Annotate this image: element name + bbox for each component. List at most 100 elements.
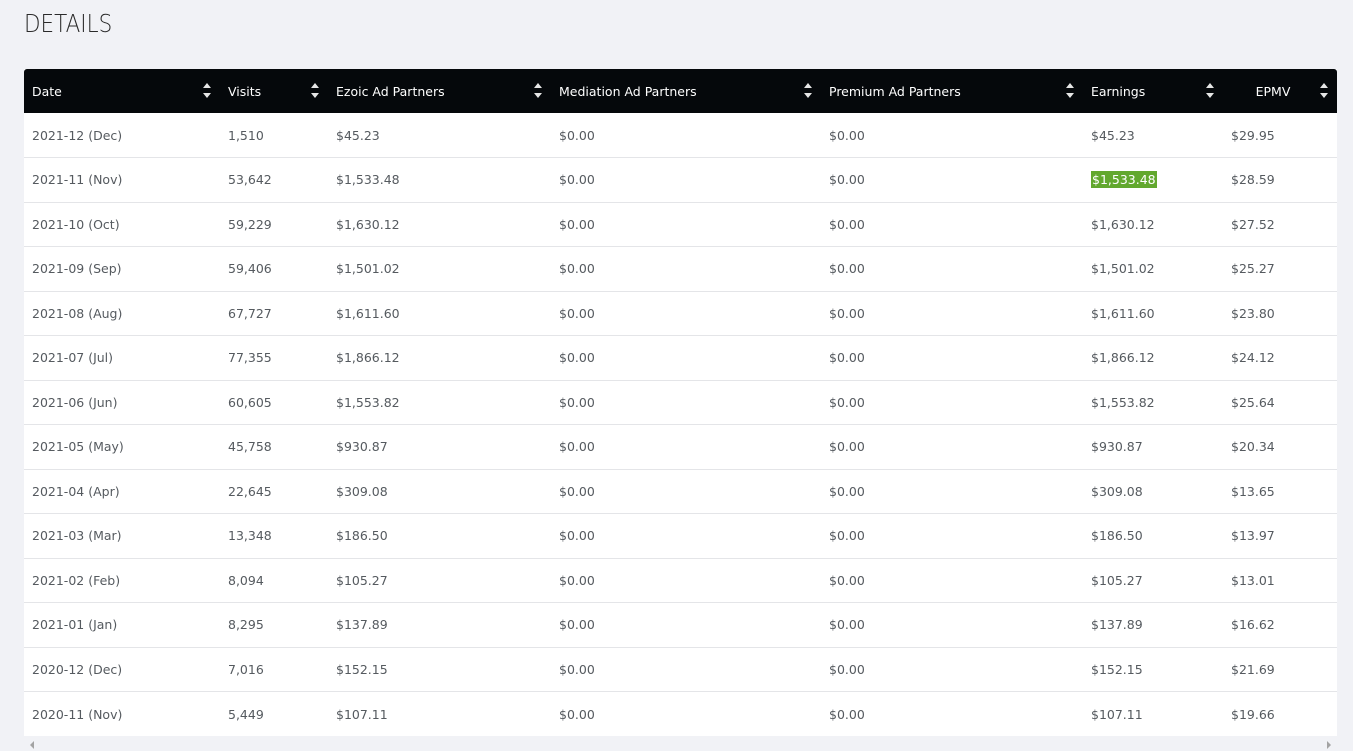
cell-value: $0.00 — [829, 661, 865, 677]
column-header-ezoic[interactable]: Ezoic Ad Partners — [328, 69, 551, 113]
column-header-label: Ezoic Ad Partners — [336, 83, 445, 99]
page-title: DETAILS — [24, 9, 113, 38]
table-header: Date Visits Ezoic Ad Partners Mediation Ad … — [24, 69, 1337, 113]
cell-ezoic: $1,866.12 — [328, 336, 551, 381]
cell-value: $0.00 — [559, 661, 595, 677]
column-header-mediation[interactable]: Mediation Ad Partners — [551, 69, 821, 113]
cell-value: $1,866.12 — [1091, 350, 1155, 366]
cell-value: $1,553.82 — [336, 394, 400, 410]
cell-value: $0.00 — [829, 706, 865, 722]
cell-value: $45.23 — [1091, 127, 1135, 143]
cell-value: 2021-07 (Jul) — [32, 350, 114, 366]
cell-mediation: $0.00 — [551, 647, 821, 692]
column-header-date[interactable]: Date — [24, 69, 220, 113]
cell-ezoic: $1,501.02 — [328, 247, 551, 292]
cell-earnings: $1,533.48 — [1083, 158, 1223, 203]
cell-value: $137.89 — [1091, 617, 1143, 633]
horizontal-scrollbar[interactable] — [24, 737, 1337, 751]
cell-value: $0.00 — [829, 572, 865, 588]
column-header-label: Earnings — [1091, 83, 1146, 99]
cell-earnings: $930.87 — [1083, 425, 1223, 470]
cell-value: $107.11 — [336, 706, 388, 722]
table-row: 2021-10 (Oct) 59,229 $1,630.12 $0.00 $0.00 $1… — [24, 202, 1337, 247]
cell-value: 2021-06 (Jun) — [32, 394, 118, 410]
cell-earnings: $1,630.12 — [1083, 202, 1223, 247]
cell-value: 53,642 — [228, 172, 272, 188]
cell-value: 77,355 — [228, 350, 272, 366]
cell-visits: 13,348 — [220, 514, 328, 559]
cell-value: 59,229 — [228, 216, 272, 232]
sort-icon[interactable] — [203, 81, 212, 101]
cell-value: 2021-08 (Aug) — [32, 305, 123, 321]
highlighted-earnings-value: $1,533.48 — [1091, 171, 1157, 189]
cell-visits: 1,510 — [220, 113, 328, 158]
cell-visits: 77,355 — [220, 336, 328, 381]
cell-epmv: $13.01 — [1223, 558, 1337, 603]
cell-value: $1,630.12 — [1091, 216, 1155, 232]
sort-descending-icon — [534, 93, 542, 98]
sort-icon[interactable] — [534, 81, 543, 101]
cell-epmv: $25.27 — [1223, 247, 1337, 292]
cell-value: $0.00 — [559, 572, 595, 588]
sort-descending-icon — [1066, 93, 1074, 98]
cell-visits: 59,229 — [220, 202, 328, 247]
cell-mediation: $0.00 — [551, 514, 821, 559]
cell-date: 2021-07 (Jul) — [24, 336, 220, 381]
cell-epmv: $20.34 — [1223, 425, 1337, 470]
cell-visits: 45,758 — [220, 425, 328, 470]
cell-value: $25.64 — [1231, 394, 1275, 410]
cell-premium: $0.00 — [821, 692, 1083, 737]
cell-value: $1,611.60 — [336, 305, 400, 321]
table-row: 2021-04 (Apr) 22,645 $309.08 $0.00 $0.00 $309… — [24, 469, 1337, 514]
cell-value: $19.66 — [1231, 706, 1275, 722]
sort-descending-icon — [1206, 93, 1214, 98]
sort-icon[interactable] — [1206, 81, 1215, 101]
cell-earnings: $45.23 — [1083, 113, 1223, 158]
cell-value: 2021-09 (Sep) — [32, 261, 122, 277]
scroll-left-arrow-icon[interactable] — [30, 741, 34, 749]
column-header-label: EPMV — [1255, 83, 1291, 99]
cell-value: $105.27 — [336, 572, 388, 588]
cell-epmv: $13.97 — [1223, 514, 1337, 559]
cell-value: 2021-11 (Nov) — [32, 172, 123, 188]
header-row: Date Visits Ezoic Ad Partners Mediation Ad … — [24, 69, 1337, 113]
cell-earnings: $1,611.60 — [1083, 291, 1223, 336]
cell-earnings: $1,866.12 — [1083, 336, 1223, 381]
cell-value: 2021-02 (Feb) — [32, 572, 121, 588]
cell-date: 2021-12 (Dec) — [24, 113, 220, 158]
cell-value: $309.08 — [1091, 483, 1143, 499]
cell-value: $0.00 — [829, 350, 865, 366]
cell-earnings: $137.89 — [1083, 603, 1223, 648]
cell-value: $0.00 — [559, 305, 595, 321]
scroll-right-arrow-icon[interactable] — [1327, 741, 1331, 749]
cell-date: 2021-05 (May) — [24, 425, 220, 470]
cell-premium: $0.00 — [821, 603, 1083, 648]
table-row: 2021-12 (Dec) 1,510 $45.23 $0.00 $0.00 $45.23… — [24, 113, 1337, 158]
sort-icon[interactable] — [1066, 81, 1075, 101]
column-header-label: Date — [32, 83, 62, 99]
column-header-premium[interactable]: Premium Ad Partners — [821, 69, 1083, 113]
cell-ezoic: $107.11 — [328, 692, 551, 737]
cell-mediation: $0.00 — [551, 202, 821, 247]
cell-value: $25.27 — [1231, 261, 1275, 277]
table-row: 2021-06 (Jun) 60,605 $1,553.82 $0.00 $0.00 $1… — [24, 380, 1337, 425]
column-header-visits[interactable]: Visits — [220, 69, 328, 113]
details-table-container: Date Visits Ezoic Ad Partners Mediation Ad … — [24, 69, 1337, 736]
cell-ezoic: $186.50 — [328, 514, 551, 559]
cell-value: 1,510 — [228, 127, 264, 143]
cell-date: 2021-02 (Feb) — [24, 558, 220, 603]
sort-icon[interactable] — [1320, 81, 1329, 101]
column-header-earnings[interactable]: Earnings — [1083, 69, 1223, 113]
cell-ezoic: $1,533.48 — [328, 158, 551, 203]
cell-value: $107.11 — [1091, 706, 1143, 722]
cell-value: $1,553.82 — [1091, 394, 1155, 410]
sort-icon[interactable] — [311, 81, 320, 101]
cell-value: $0.00 — [559, 350, 595, 366]
cell-date: 2021-01 (Jan) — [24, 603, 220, 648]
cell-value: $29.95 — [1231, 127, 1275, 143]
cell-value: $13.97 — [1231, 528, 1275, 544]
cell-value: $0.00 — [829, 172, 865, 188]
cell-value: $0.00 — [559, 394, 595, 410]
column-header-epmv[interactable]: EPMV — [1223, 69, 1337, 113]
sort-icon[interactable] — [804, 81, 813, 101]
